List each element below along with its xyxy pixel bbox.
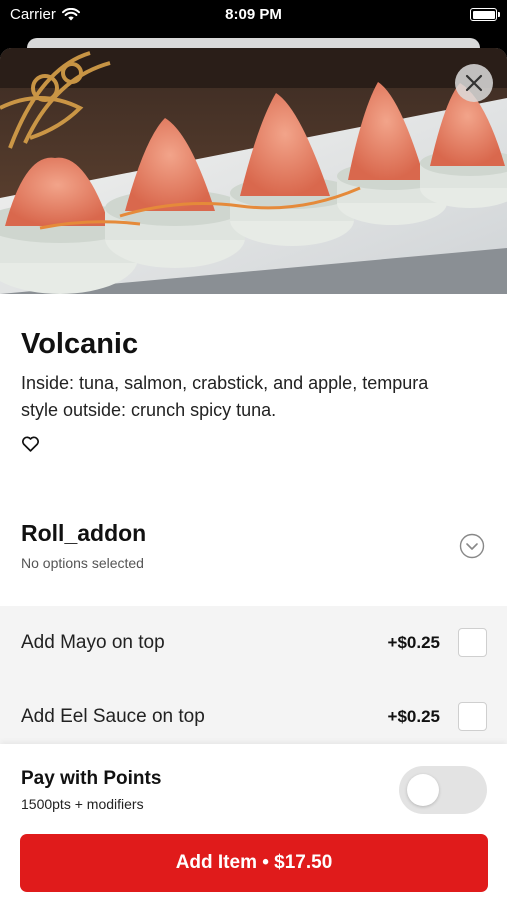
- status-time: 8:09 PM: [225, 6, 282, 23]
- option-row[interactable]: Add Eel Sauce on top +$0.25: [0, 680, 507, 754]
- item-photo: [0, 48, 507, 294]
- item-detail-sheet: Volcanic Inside: tuna, salmon, crabstick…: [0, 48, 507, 900]
- battery-icon: [470, 8, 500, 21]
- item-title: Volcanic: [21, 328, 139, 360]
- option-checkbox[interactable]: [458, 628, 487, 657]
- option-label: Add Mayo on top: [21, 632, 165, 653]
- item-description: Inside: tuna, salmon, crabstick, and app…: [21, 373, 429, 420]
- option-price: +$0.25: [387, 633, 440, 652]
- option-price: +$0.25: [387, 707, 440, 726]
- option-row[interactable]: Add Mayo on top +$0.25: [0, 606, 507, 680]
- modifier-group-subtitle: No options selected: [21, 555, 144, 571]
- option-checkbox[interactable]: [458, 702, 487, 731]
- close-button[interactable]: [455, 64, 493, 102]
- checkout-footer: Pay with Points 1500pts + modifiers Add …: [0, 744, 507, 900]
- modifier-options-list: Add Mayo on top +$0.25 Add Eel Sauce on …: [0, 606, 507, 756]
- heart-icon[interactable]: [21, 435, 40, 452]
- pay-with-points-subtitle: 1500pts + modifiers: [21, 796, 144, 812]
- option-label: Add Eel Sauce on top: [21, 706, 205, 727]
- add-item-button[interactable]: Add Item • $17.50: [20, 834, 488, 892]
- chevron-down-circle-icon[interactable]: [459, 533, 485, 559]
- status-bar: Carrier 8:09 PM: [0, 0, 507, 32]
- pay-with-points-title: Pay with Points: [21, 768, 162, 789]
- toggle-knob: [407, 774, 439, 806]
- pay-with-points-toggle[interactable]: [399, 766, 487, 814]
- close-icon: [465, 74, 483, 92]
- modifier-group-title: Roll_addon: [21, 520, 147, 546]
